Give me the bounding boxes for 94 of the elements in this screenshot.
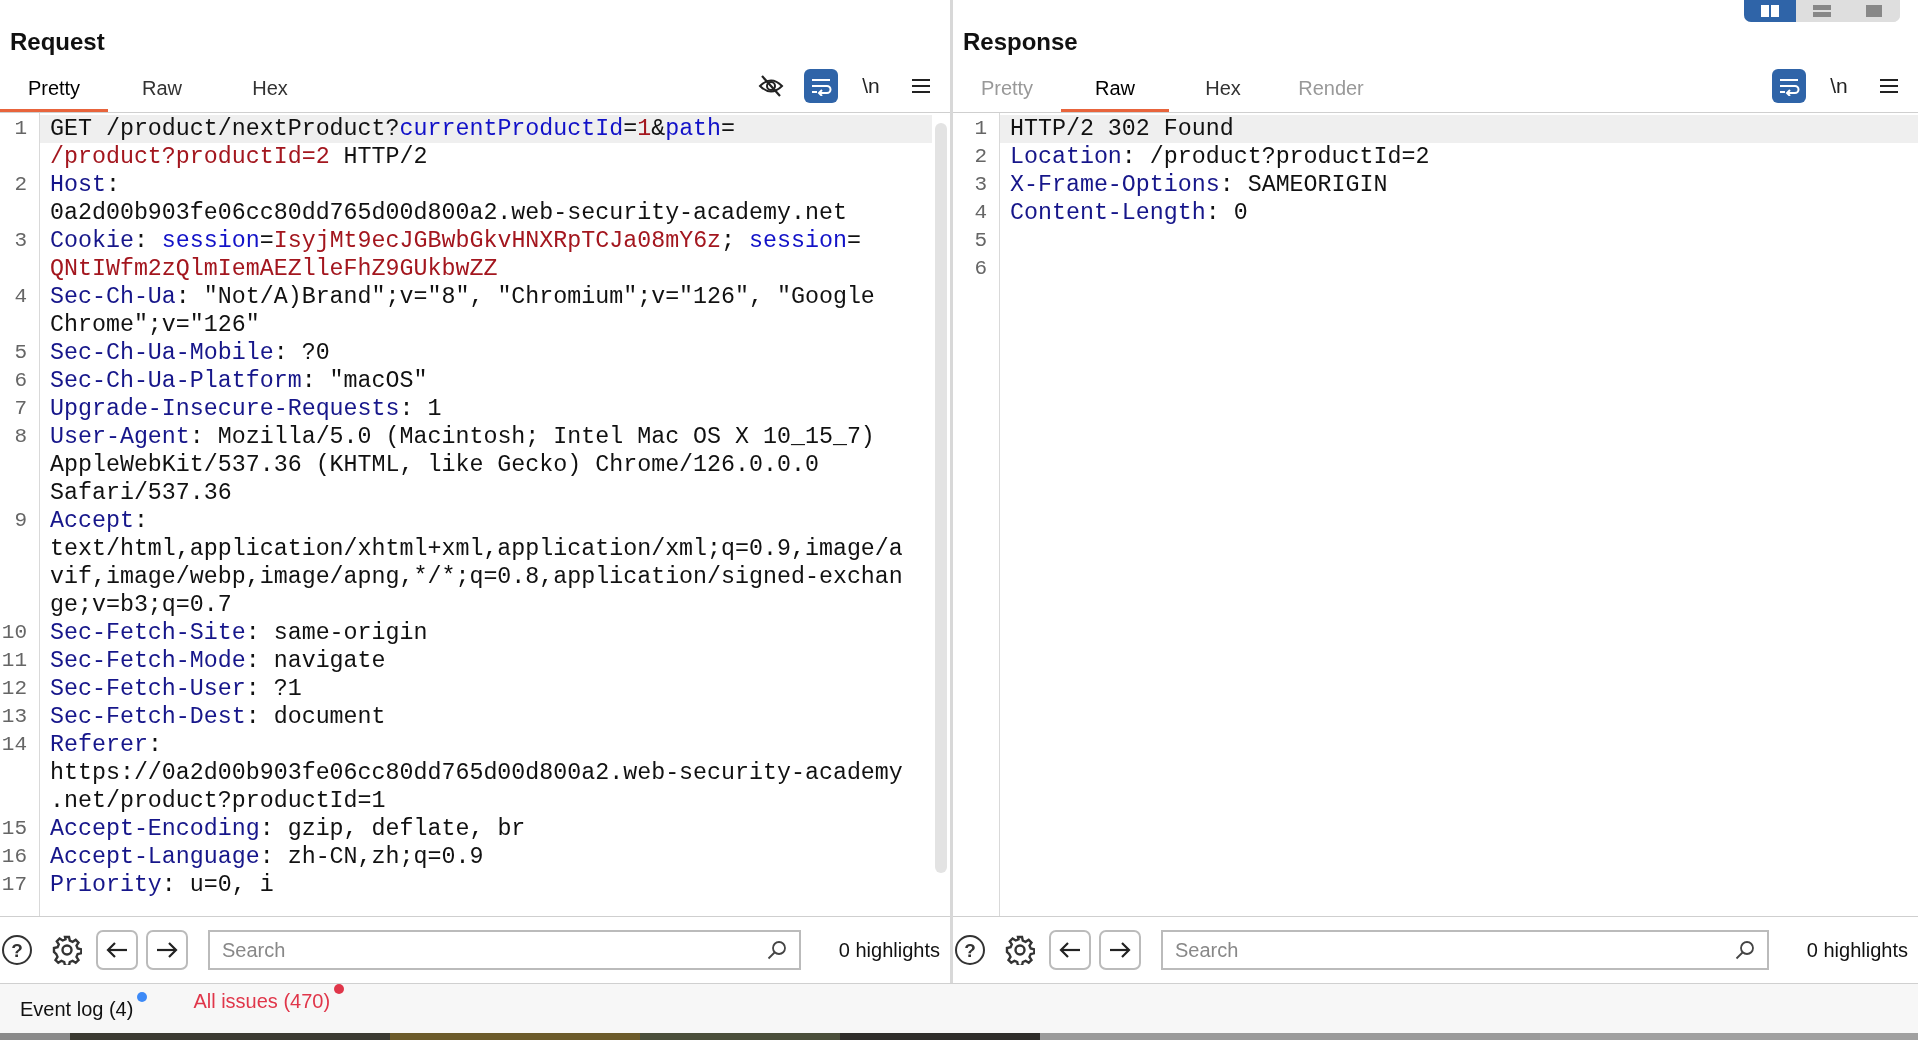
pane-title: Request bbox=[9, 27, 105, 57]
wrap-toggle[interactable] bbox=[1772, 69, 1806, 103]
code-line: Cookie: session=IsyjMt9ecJGBwbGkvHNXRpTCJa08mY6z; session= bbox=[49, 227, 862, 255]
code-line: Sec-Ch-Ua-Mobile: ?0 bbox=[49, 339, 331, 367]
code-line: Host: bbox=[49, 171, 121, 199]
code-line: X-Frame-Options: SAMEORIGIN bbox=[1009, 171, 1389, 199]
line-number: 9 bbox=[13, 508, 28, 534]
code-line: Sec-Ch-Ua-Platform: "macOS" bbox=[49, 367, 429, 395]
square-icon bbox=[1865, 5, 1883, 17]
eye-slash-icon bbox=[758, 74, 784, 98]
line-number: 5 bbox=[13, 340, 28, 366]
layout-button[interactable] bbox=[1744, 0, 1796, 22]
highlight-count: 0 highlights bbox=[838, 938, 940, 963]
code-line: 0a2d00b903fe06cc80dd765d00d800a2.web-security-academy.net bbox=[49, 199, 848, 227]
code-line: https://0a2d00b903fe06cc80dd765d00d800a2.web-security-academy bbox=[49, 759, 904, 787]
search-field[interactable]: Search bbox=[1161, 930, 1769, 970]
line-number: 2 bbox=[973, 144, 988, 170]
code-line: Accept: bbox=[49, 507, 149, 535]
line-number: 16 bbox=[0, 844, 28, 870]
help-button[interactable]: ? bbox=[2, 935, 32, 965]
tab[interactable]: Hex bbox=[1169, 60, 1277, 112]
settings-icon[interactable] bbox=[1005, 935, 1035, 965]
line-number: 7 bbox=[13, 396, 28, 422]
line-number: 3 bbox=[13, 228, 28, 254]
line-number: 6 bbox=[13, 368, 28, 394]
newline-toggle[interactable]: \n bbox=[854, 69, 888, 103]
line-number: 12 bbox=[0, 676, 28, 702]
rows-icon bbox=[1813, 5, 1831, 17]
code-line: Sec-Fetch-User: ?1 bbox=[49, 675, 303, 703]
wrap-toggle[interactable] bbox=[804, 69, 838, 103]
code-line: User-Agent: Mozilla/5.0 (Macintosh; Intel Mac OS X 10_15_7) bbox=[49, 423, 876, 451]
code-line: .net/product?productId=1 bbox=[49, 787, 387, 815]
line-number: 6 bbox=[973, 256, 988, 282]
code-line: Upgrade-Insecure-Requests: 1 bbox=[49, 395, 443, 423]
code-line: Chrome";v="126" bbox=[49, 311, 261, 339]
back-button[interactable] bbox=[96, 930, 138, 970]
back-button[interactable] bbox=[1049, 930, 1091, 970]
code-line: Sec-Fetch-Site: same-origin bbox=[49, 619, 429, 647]
code-line: Referer: bbox=[49, 731, 163, 759]
wrap-icon bbox=[810, 76, 832, 96]
forward-button[interactable] bbox=[146, 930, 188, 970]
line-number: 4 bbox=[973, 200, 988, 226]
highlight-count: 0 highlights bbox=[1806, 938, 1908, 963]
scrollbar-thumb[interactable] bbox=[935, 123, 947, 873]
code-line: text/html,application/xhtml+xml,application/xml;q=0.9,image/a bbox=[49, 535, 904, 563]
newline-toggle[interactable]: \n bbox=[1822, 69, 1856, 103]
search-icon bbox=[766, 940, 787, 960]
tab[interactable]: Hex bbox=[216, 60, 324, 112]
line-number: 17 bbox=[0, 872, 28, 898]
code-line: Priority: u=0, i bbox=[49, 871, 275, 899]
line-number: 3 bbox=[973, 172, 988, 198]
code-line: Content-Length: 0 bbox=[1009, 199, 1249, 227]
status-tab[interactable]: All issues (470) bbox=[193, 985, 331, 1016]
code-line: ge;v=b3;q=0.7 bbox=[49, 591, 233, 619]
search-icon bbox=[1734, 940, 1755, 960]
line-number: 14 bbox=[0, 732, 28, 758]
code-line: Accept-Encoding: gzip, deflate, br bbox=[49, 815, 527, 843]
code-line: /product?productId=2 HTTP/2 bbox=[49, 143, 429, 171]
forward-button[interactable] bbox=[1099, 930, 1141, 970]
wrap-icon bbox=[1778, 76, 1800, 96]
line-number: 10 bbox=[0, 620, 28, 646]
code-line: AppleWebKit/537.36 (KHTML, like Gecko) Chrome/126.0.0.0 bbox=[49, 451, 820, 479]
search-field[interactable]: Search bbox=[208, 930, 801, 970]
line-number: 5 bbox=[973, 228, 988, 254]
right-arrow-icon bbox=[1109, 941, 1131, 959]
code-line: Location: /product?productId=2 bbox=[1009, 143, 1431, 171]
help-button[interactable]: ? bbox=[955, 935, 985, 965]
settings-icon[interactable] bbox=[52, 935, 82, 965]
code-line: Safari/537.36 bbox=[49, 479, 233, 507]
columns-icon bbox=[1761, 5, 1779, 17]
line-number: 15 bbox=[0, 816, 28, 842]
menu-icon bbox=[1879, 78, 1899, 94]
code-line: QNtIWfm2zQlmIemAEZlleFhZ9GUkbwZZ bbox=[49, 255, 499, 283]
line-number: 8 bbox=[13, 424, 28, 450]
code-line: Accept-Language: zh-CN,zh;q=0.9 bbox=[49, 843, 485, 871]
right-arrow-icon bbox=[156, 941, 178, 959]
code-line: Sec-Fetch-Dest: document bbox=[49, 703, 387, 731]
tab[interactable]: Raw bbox=[108, 60, 216, 112]
left-arrow-icon bbox=[1059, 941, 1081, 959]
line-number: 11 bbox=[0, 648, 28, 674]
menu-icon bbox=[911, 78, 931, 94]
tab[interactable]: Pretty bbox=[0, 60, 108, 112]
line-number: 13 bbox=[0, 704, 28, 730]
code-line: vif,image/webp,image/apng,*/*;q=0.8,application/signed-exchan bbox=[49, 563, 904, 591]
line-number: 1 bbox=[973, 116, 988, 142]
code-line: Sec-Fetch-Mode: navigate bbox=[49, 647, 387, 675]
line-number: 2 bbox=[13, 172, 28, 198]
status-tab[interactable]: Event log (4) bbox=[20, 993, 134, 1024]
line-number: 4 bbox=[13, 284, 28, 310]
code-line: Sec-Ch-Ua: "Not/A)Brand";v="8", "Chromium";v="126", "Google bbox=[49, 283, 876, 311]
left-arrow-icon bbox=[106, 941, 128, 959]
tab[interactable]: Raw bbox=[1061, 60, 1169, 112]
pane-title: Response bbox=[962, 27, 1078, 57]
line-number: 1 bbox=[13, 116, 28, 142]
